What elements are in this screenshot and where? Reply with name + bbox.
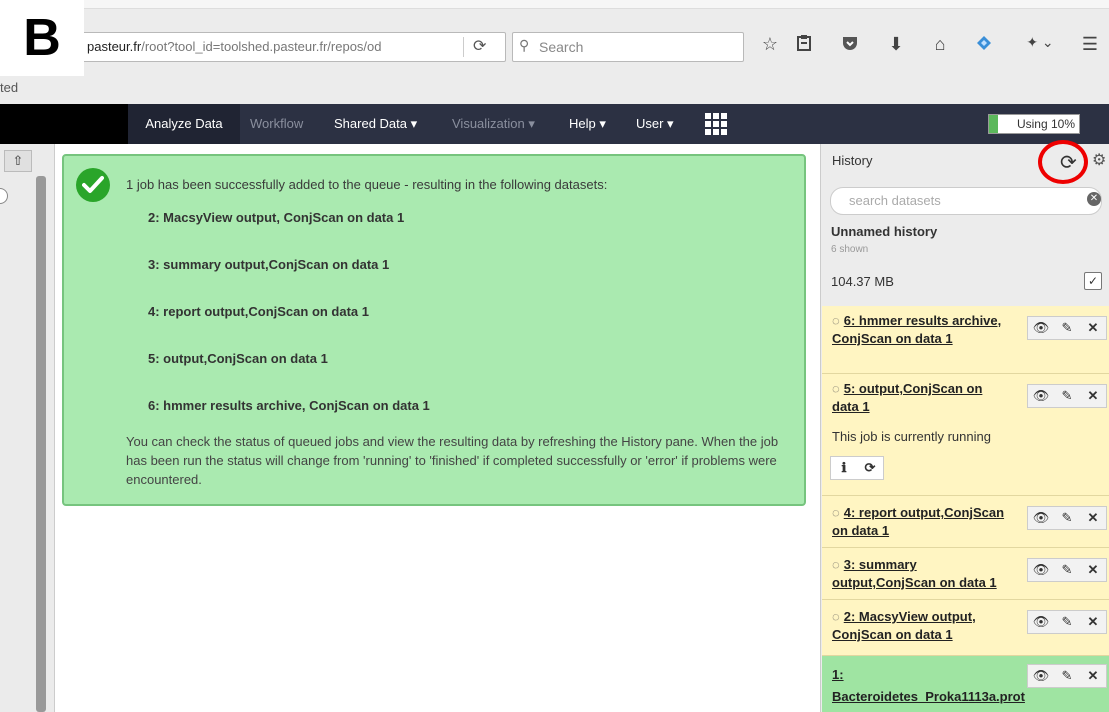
history-search-placeholder: search datasets [849, 193, 941, 208]
delete-icon[interactable]: ✕ [1080, 385, 1106, 407]
pencil-icon[interactable]: ✎ [1054, 559, 1080, 581]
nav-analyze-data[interactable]: Analyze Data [128, 104, 240, 144]
gear-icon[interactable]: ⚙ [1092, 150, 1106, 170]
history-dataset[interactable]: ◌ 4: report output,ConjScan on data 1 👁 ✎… [822, 496, 1109, 548]
eye-icon[interactable]: 👁 [1028, 559, 1054, 581]
extension-icon[interactable]: ✦ ⌄ [1020, 34, 1060, 51]
dataset-actions: 👁 ✎ ✕ [1027, 384, 1107, 408]
quota-meter: Using 10% [988, 114, 1080, 134]
rerun-icon[interactable]: ⟳ [857, 457, 883, 479]
delete-icon[interactable]: ✕ [1080, 507, 1106, 529]
nav-shared-data[interactable]: Shared Data ▾ [334, 104, 417, 144]
nav-visualization[interactable]: Visualization ▾ [452, 104, 535, 144]
diamond-icon[interactable] [972, 34, 996, 57]
reload-icon[interactable]: ⟳ [473, 36, 486, 56]
delete-icon[interactable]: ✕ [1080, 611, 1106, 633]
queued-dataset: 3: summary output,ConjScan on data 1 [148, 257, 390, 272]
browser-tabstrip [0, 0, 1109, 9]
panel-letter: B [0, 0, 84, 76]
download-icon[interactable]: ⬇ [884, 34, 908, 55]
nav-workflow[interactable]: Workflow [250, 104, 303, 144]
nav-help[interactable]: Help ▾ [569, 104, 606, 144]
tool-panel [0, 144, 55, 712]
dataset-actions: 👁 ✎ ✕ [1027, 506, 1107, 530]
pencil-icon[interactable]: ✎ [1054, 317, 1080, 339]
history-shown-count[interactable]: 6 shown [831, 244, 868, 255]
queued-dataset: 6: hmmer results archive, ConjScan on da… [148, 398, 430, 413]
clear-search-icon[interactable]: ✕ [1087, 192, 1101, 206]
queued-spinner-icon: ◌ [832, 381, 840, 396]
highlight-circle [1038, 140, 1088, 184]
dataset-actions: 👁 ✎ ✕ [1027, 664, 1107, 688]
delete-icon[interactable]: ✕ [1080, 665, 1106, 687]
history-search-input[interactable]: search datasets ✕ [830, 187, 1102, 215]
dataset-title[interactable]: ◌ 3: summary output,ConjScan on data 1 [832, 556, 1012, 592]
quota-label: Using 10% [1016, 117, 1075, 131]
dataset-title[interactable]: ◌ 2: MacsyView output, ConjScan on data 1 [832, 608, 1012, 644]
history-title: History [832, 153, 873, 168]
select-items-icon[interactable]: ✓ [1084, 272, 1102, 290]
history-dataset[interactable]: ◌ 5: output,ConjScan on data 1 👁 ✎ ✕ This… [822, 374, 1109, 496]
eye-icon[interactable]: 👁 [1028, 507, 1054, 529]
message-headline: 1 job has been successfully added to the… [126, 177, 608, 192]
history-dataset[interactable]: ◌ 2: MacsyView output, ConjScan on data 1… [822, 600, 1109, 656]
eye-icon[interactable]: 👁 [1028, 385, 1054, 407]
pocket-icon[interactable] [838, 34, 862, 57]
dataset-extra-actions: ℹ ⟳ [830, 456, 884, 480]
star-icon[interactable]: ☆ [758, 34, 782, 55]
dataset-actions: 👁 ✎ ✕ [1027, 610, 1107, 634]
address-bar[interactable]: pasteur.fr/root?tool_id=toolshed.pasteur… [78, 32, 506, 62]
history-dataset[interactable]: 1: Bacteroidetes_Proka1113a.prot 👁 ✎ ✕ [822, 656, 1109, 712]
address-separator [463, 37, 464, 57]
queued-spinner-icon: ◌ [832, 313, 840, 328]
cropped-text: ted [0, 80, 19, 95]
delete-icon[interactable]: ✕ [1080, 317, 1106, 339]
search-icon: ⚲ [519, 37, 530, 53]
dataset-title[interactable]: ◌ 5: output,ConjScan on data 1 [832, 380, 1012, 416]
search-placeholder: Search [539, 39, 584, 55]
apps-grid-icon[interactable] [705, 113, 727, 135]
dataset-title[interactable]: ◌ 4: report output,ConjScan on data 1 [832, 504, 1012, 540]
upload-icon[interactable]: ⇧ [4, 150, 32, 172]
pencil-icon[interactable]: ✎ [1054, 507, 1080, 529]
pencil-icon[interactable]: ✎ [1054, 385, 1080, 407]
dataset-actions: 👁 ✎ ✕ [1027, 316, 1107, 340]
message-footer: You can check the status of queued jobs … [126, 434, 779, 487]
queued-spinner-icon: ◌ [832, 505, 840, 520]
pencil-icon[interactable]: ✎ [1054, 665, 1080, 687]
dataset-title[interactable]: 1: Bacteroidetes_Proka1113a.prot [832, 664, 1025, 708]
eye-icon[interactable]: 👁 [1028, 611, 1054, 633]
history-name[interactable]: Unnamed history [831, 224, 937, 239]
menu-icon[interactable]: ☰ [1078, 34, 1102, 55]
eye-icon[interactable]: 👁 [1028, 317, 1054, 339]
delete-icon[interactable]: ✕ [1080, 559, 1106, 581]
history-size: 104.37 MB [831, 274, 894, 289]
dataset-title[interactable]: ◌ 6: hmmer results archive, ConjScan on d… [832, 312, 1012, 348]
queued-spinner-icon: ◌ [832, 557, 840, 572]
history-dataset[interactable]: ◌ 3: summary output,ConjScan on data 1 👁 … [822, 548, 1109, 600]
dataset-status-text: This job is currently running [832, 429, 991, 444]
info-icon[interactable]: ℹ [831, 457, 857, 479]
dataset-actions: 👁 ✎ ✕ [1027, 558, 1107, 582]
home-icon[interactable]: ⌂ [928, 34, 952, 55]
nav-user[interactable]: User ▾ [636, 104, 674, 144]
tool-panel-scrollbar[interactable] [36, 176, 46, 712]
clipboard-icon[interactable] [792, 34, 816, 57]
history-dataset[interactable]: ◌ 6: hmmer results archive, ConjScan on d… [822, 306, 1109, 374]
browser-search-input[interactable]: ⚲ Search [512, 32, 744, 62]
queued-dataset: 2: MacsyView output, ConjScan on data 1 [148, 210, 405, 225]
masthead-brand-area [0, 104, 128, 144]
checkmark-icon [76, 168, 110, 202]
queued-dataset: 4: report output,ConjScan on data 1 [148, 304, 370, 319]
eye-icon[interactable]: 👁 [1028, 665, 1054, 687]
pencil-icon[interactable]: ✎ [1054, 611, 1080, 633]
url-text: pasteur.fr/root?tool_id=toolshed.pasteur… [87, 39, 382, 54]
queued-spinner-icon: ◌ [832, 609, 840, 624]
queued-dataset: 5: output,ConjScan on data 1 [148, 351, 328, 366]
